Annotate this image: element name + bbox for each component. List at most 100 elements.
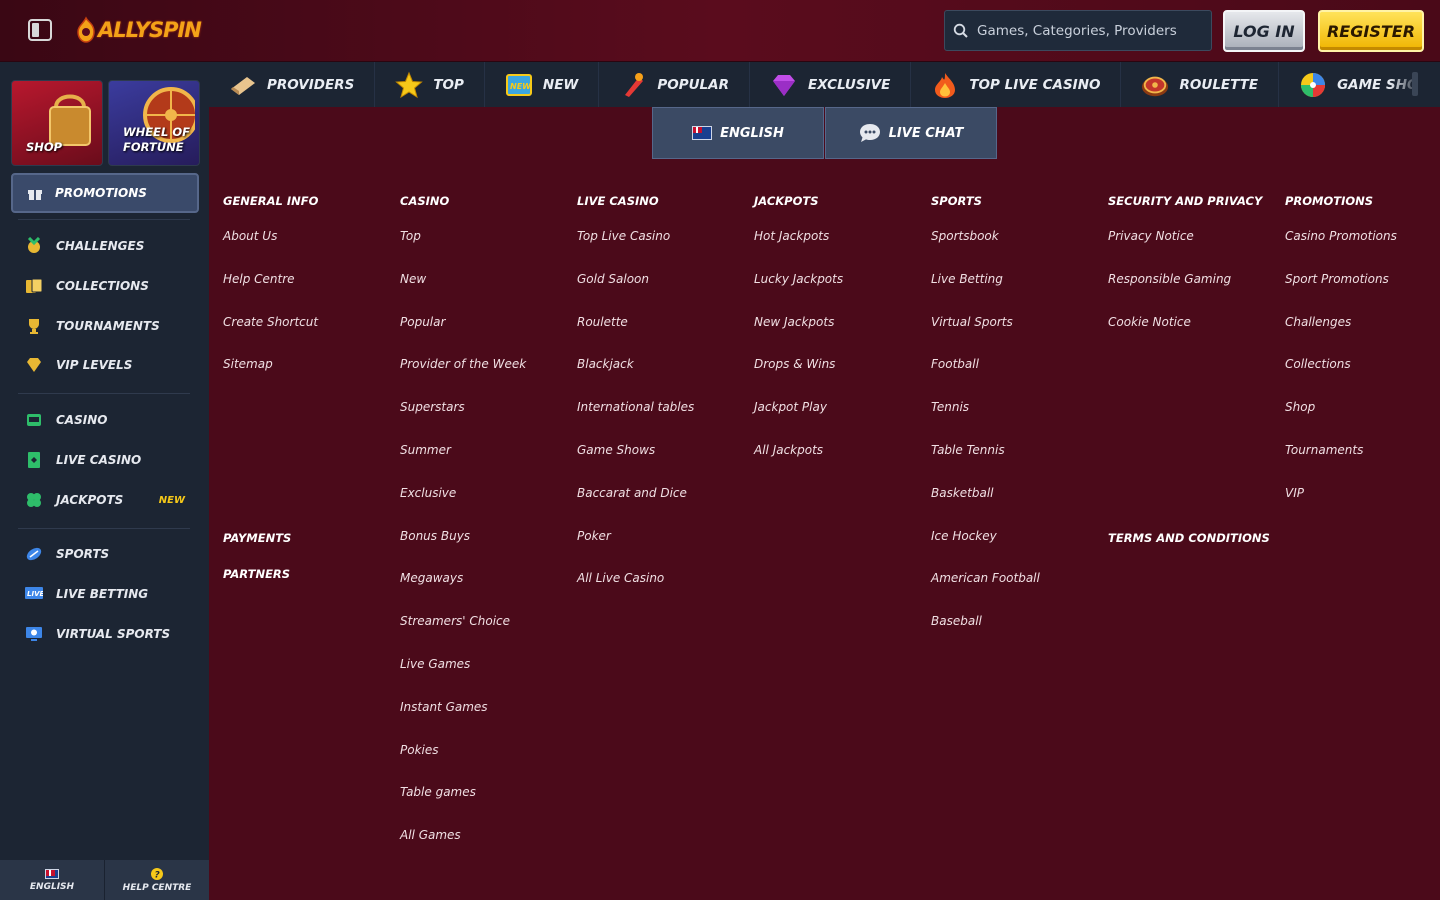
footer-link[interactable]: Top xyxy=(400,229,421,243)
wheel-of-fortune-tile[interactable]: WHEEL OF FORTUNE xyxy=(108,80,200,166)
footer-link[interactable]: Casino Promotions xyxy=(1285,229,1397,243)
sidebar-item-live-casino[interactable]: LIVE CASINO xyxy=(24,449,189,471)
nav-exclusive[interactable]: EXCLUSIVE xyxy=(750,62,912,107)
logo-mark-icon xyxy=(77,16,95,43)
footer-link[interactable]: Sitemap xyxy=(223,357,273,371)
nz-flag-icon xyxy=(45,868,59,879)
footer-link[interactable]: Roulette xyxy=(577,315,628,329)
footer-link[interactable]: Megaways xyxy=(400,571,463,585)
footer-link[interactable]: VIP xyxy=(1285,486,1304,500)
nav-roulette[interactable]: ROULETTE xyxy=(1121,62,1280,107)
sidebar-item-collections[interactable]: COLLECTIONS xyxy=(24,275,189,297)
footer-link[interactable]: New Jackpots xyxy=(754,315,834,329)
register-button[interactable]: REGISTER xyxy=(1318,10,1424,52)
search-icon xyxy=(945,23,977,39)
footer-link[interactable]: Football xyxy=(931,357,979,371)
footer-link[interactable]: Provider of the Week xyxy=(400,357,526,371)
sidebar-item-sports[interactable]: SPORTS xyxy=(24,543,189,565)
footer-link[interactable]: Popular xyxy=(400,315,445,329)
footer-link[interactable]: Pokies xyxy=(400,743,439,757)
sidebar-language-button[interactable]: ENGLISH xyxy=(0,860,104,900)
footer-link[interactable]: Challenges xyxy=(1285,315,1351,329)
nav-popular[interactable]: POPULAR xyxy=(599,62,751,107)
footer-link[interactable]: Collections xyxy=(1285,357,1351,371)
footer-link[interactable]: Summer xyxy=(400,443,451,457)
footer-link[interactable]: Streamers' Choice xyxy=(400,614,510,628)
medal-icon xyxy=(24,236,44,256)
footer-link[interactable]: Live Games xyxy=(400,657,470,671)
footer-link[interactable]: Hot Jackpots xyxy=(754,229,829,243)
slot-icon xyxy=(24,410,44,430)
footer-link[interactable]: Privacy Notice xyxy=(1108,229,1194,243)
nav-providers[interactable]: PROVIDERS xyxy=(209,62,376,107)
sidebar-item-tournaments[interactable]: TOURNAMENTS xyxy=(24,315,189,337)
footer-link[interactable]: Superstars xyxy=(400,400,465,414)
sidebar-help-button[interactable]: ? HELP CENTRE xyxy=(104,860,209,900)
footer-link[interactable]: All Games xyxy=(400,828,461,842)
promotions-button[interactable]: PROMOTIONS xyxy=(11,173,199,213)
footer-link[interactable]: Ice Hockey xyxy=(931,529,997,543)
footer-link[interactable]: Baccarat and Dice xyxy=(577,486,687,500)
footer-link[interactable]: Game Shows xyxy=(577,443,655,457)
sidebar-item-live-betting[interactable]: LIVE LIVE BETTING xyxy=(24,583,189,605)
footer-link[interactable]: Create Shortcut xyxy=(223,315,318,329)
footer-link[interactable]: All Live Casino xyxy=(577,571,664,585)
footer-link[interactable]: Gold Saloon xyxy=(577,272,649,286)
trophy-icon xyxy=(24,316,44,336)
footer-link[interactable]: Table Tennis xyxy=(931,443,1005,457)
sidebar-item-casino[interactable]: CASINO xyxy=(24,409,189,431)
footer-link[interactable]: Basketball xyxy=(931,486,994,500)
footer-link[interactable]: Table games xyxy=(400,785,476,799)
footer-link[interactable]: Poker xyxy=(577,529,611,543)
footer-link[interactable]: International tables xyxy=(577,400,694,414)
footer-link[interactable]: Help Centre xyxy=(223,272,295,286)
footer-link[interactable]: Drops & Wins xyxy=(754,357,835,371)
footer-link[interactable]: Sportsbook xyxy=(931,229,999,243)
footer-link[interactable]: American Football xyxy=(931,571,1040,585)
search-box[interactable] xyxy=(944,10,1212,51)
footer-link[interactable]: Blackjack xyxy=(577,357,634,371)
sidebar-item-vip-levels[interactable]: VIP LEVELS xyxy=(24,354,189,376)
login-button[interactable]: LOG IN xyxy=(1223,10,1305,52)
footer-section-link[interactable]: PAYMENTS xyxy=(223,531,291,545)
footer-link[interactable]: Virtual Sports xyxy=(931,315,1013,329)
footer-section-link[interactable]: PARTNERS xyxy=(223,567,290,581)
sidebar-item-challenges[interactable]: CHALLENGES xyxy=(24,235,189,257)
footer-link[interactable]: Cookie Notice xyxy=(1108,315,1191,329)
nav-label: ROULETTE xyxy=(1179,76,1259,93)
nav-scroll-fade xyxy=(1390,62,1440,107)
footer-link[interactable]: Tennis xyxy=(931,400,969,414)
footer-link[interactable]: Instant Games xyxy=(400,700,488,714)
sidebar-item-virtual-sports[interactable]: VIRTUAL SPORTS xyxy=(24,623,189,645)
nav-top[interactable]: TOP xyxy=(375,62,485,107)
roulette-icon xyxy=(1141,71,1169,99)
footer-link[interactable]: Responsible Gaming xyxy=(1108,272,1231,286)
footer-link[interactable]: Live Betting xyxy=(931,272,1003,286)
language-button[interactable]: ENGLISH xyxy=(652,107,824,159)
footer-link[interactable]: New xyxy=(400,272,426,286)
sidebar-toggle-icon[interactable] xyxy=(28,19,52,41)
footer-link[interactable]: Tournaments xyxy=(1285,443,1363,457)
footer-link[interactable]: Bonus Buys xyxy=(400,529,470,543)
wheel-icon xyxy=(1299,71,1327,99)
footer-link[interactable]: Jackpot Play xyxy=(754,400,827,414)
footer-link[interactable]: Sport Promotions xyxy=(1285,272,1389,286)
footer-link[interactable]: Exclusive xyxy=(400,486,456,500)
logo[interactable]: ALLYSPIN xyxy=(74,14,202,46)
footer-link[interactable]: Lucky Jackpots xyxy=(754,272,843,286)
fire-icon xyxy=(931,71,959,99)
sidebar-item-jackpots[interactable]: JACKPOTS NEW xyxy=(24,489,189,511)
footer-link[interactable]: Baseball xyxy=(931,614,982,628)
shop-tile[interactable]: SHOP xyxy=(11,80,103,166)
footer-link[interactable]: Top Live Casino xyxy=(577,229,670,243)
sidebar-item-label: COLLECTIONS xyxy=(56,279,149,293)
footer-link[interactable]: About Us xyxy=(223,229,277,243)
nav-new[interactable]: NEW NEW xyxy=(485,62,600,107)
footer-link[interactable]: All Jackpots xyxy=(754,443,823,457)
footer-section-link[interactable]: TERMS AND CONDITIONS xyxy=(1108,531,1270,545)
sidebar-item-label: CHALLENGES xyxy=(56,239,145,253)
nav-top-live-casino[interactable]: TOP LIVE CASINO xyxy=(911,62,1122,107)
footer-link[interactable]: Shop xyxy=(1285,400,1315,414)
search-input[interactable] xyxy=(977,22,1197,39)
live-chat-button[interactable]: LIVE CHAT xyxy=(825,107,997,159)
